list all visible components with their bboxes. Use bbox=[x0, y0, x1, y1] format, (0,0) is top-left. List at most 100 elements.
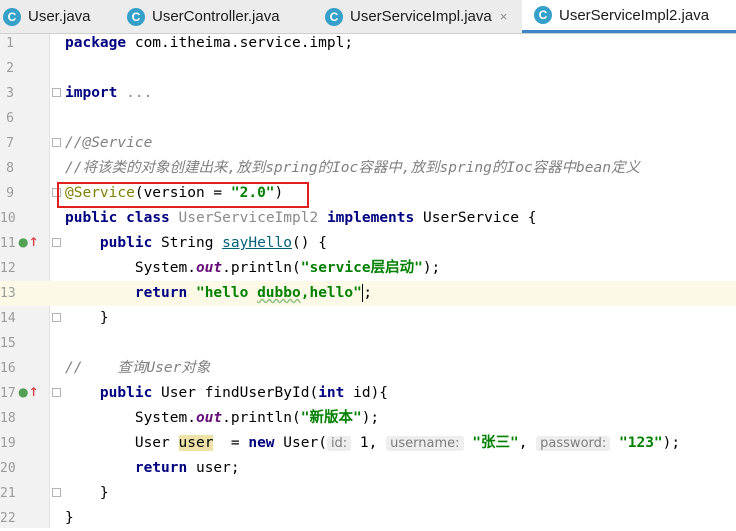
close-icon[interactable]: × bbox=[500, 9, 508, 24]
system-class: System. bbox=[134, 260, 196, 276]
code-line[interactable]: 21 } bbox=[0, 481, 736, 506]
line-number: 9 bbox=[6, 186, 14, 201]
keyword: int bbox=[318, 385, 345, 401]
implements-method-icon[interactable]: ●↑ bbox=[18, 235, 39, 249]
code-line[interactable]: 18 System.out.println("新版本"); bbox=[0, 406, 736, 431]
statement-end: ); bbox=[662, 435, 681, 451]
java-class-icon: C bbox=[3, 7, 21, 26]
class-name: UserServiceImpl2 bbox=[178, 210, 319, 226]
string-literal: "新版本" bbox=[300, 410, 362, 426]
string-literal: "张三" bbox=[472, 435, 519, 451]
keyword: return bbox=[134, 460, 188, 476]
fold-icon[interactable] bbox=[52, 238, 61, 247]
code-line[interactable]: 8 //将该类的对象创建出来,放到spring的Ioc容器中,放到spring的… bbox=[0, 156, 736, 181]
line-number: 15 bbox=[0, 336, 16, 351]
tab-usercontroller-java[interactable]: C UserController.java bbox=[112, 0, 312, 33]
typo-word[interactable]: dubbo bbox=[257, 285, 301, 301]
code-text[interactable]: package com.itheima.service.impl; bbox=[65, 31, 353, 56]
code-line[interactable]: 6 bbox=[0, 106, 736, 131]
folded-imports[interactable]: ... bbox=[117, 85, 152, 101]
comment-text: 查询User对象 bbox=[82, 360, 211, 376]
java-class-icon: C bbox=[127, 7, 145, 26]
tab-label: User.java bbox=[28, 8, 91, 25]
line-number: 1 bbox=[6, 36, 14, 51]
code-line[interactable]: 15 bbox=[0, 331, 736, 356]
code-text[interactable]: } bbox=[65, 481, 109, 506]
code-line[interactable]: 7 //@Service bbox=[0, 131, 736, 156]
comment[interactable]: // 查询User对象 bbox=[65, 356, 210, 381]
method-name[interactable]: sayHello bbox=[222, 235, 292, 251]
code-text[interactable]: public String sayHello() { bbox=[65, 231, 327, 256]
code-line[interactable]: 12 System.out.println("service层启动"); bbox=[0, 256, 736, 281]
code-text[interactable]: import ... bbox=[65, 81, 152, 106]
code-text[interactable]: public User findUserById(int id){ bbox=[65, 381, 388, 406]
closing-brace: } bbox=[65, 510, 74, 526]
return-value: user; bbox=[187, 460, 240, 476]
keyword: package bbox=[65, 35, 127, 51]
type-name: User bbox=[134, 435, 179, 451]
code-text[interactable]: } bbox=[65, 306, 109, 331]
code-line[interactable]: 11 ●↑ public String sayHello() { bbox=[0, 231, 736, 256]
method-call: .println( bbox=[222, 260, 301, 276]
code-line[interactable]: 10 public class UserServiceImpl2 impleme… bbox=[0, 206, 736, 231]
keyword: new bbox=[248, 435, 275, 451]
statement-end: ); bbox=[361, 410, 380, 426]
code-line[interactable]: 2 bbox=[0, 56, 736, 81]
code-text[interactable]: public class UserServiceImpl2 implements… bbox=[65, 206, 536, 231]
line-number: 16 bbox=[0, 361, 16, 376]
line-number: 7 bbox=[6, 136, 14, 151]
comment[interactable]: //@Service bbox=[65, 131, 152, 156]
string-literal: "hello bbox=[195, 285, 258, 301]
code-line[interactable]: 22 } bbox=[0, 506, 736, 531]
interface-name: UserService { bbox=[414, 210, 537, 226]
tab-userserviceimpl-java[interactable]: C UserServiceImpl.java × bbox=[312, 0, 522, 33]
comment[interactable]: //将该类的对象创建出来,放到spring的Ioc容器中,放到spring的Io… bbox=[65, 156, 640, 181]
line-number: 13 bbox=[0, 286, 16, 301]
tab-label: UserServiceImpl.java bbox=[350, 8, 492, 25]
line-number: 22 bbox=[0, 511, 16, 526]
variable-usage-highlight[interactable]: user bbox=[178, 435, 214, 451]
code-text[interactable]: return user; bbox=[65, 456, 240, 481]
string-literal: ,hello" bbox=[300, 285, 362, 301]
fold-icon[interactable] bbox=[52, 388, 61, 397]
line-number: 8 bbox=[6, 161, 14, 176]
code-line[interactable]: 3 import ... bbox=[0, 81, 736, 106]
code-text[interactable]: System.out.println("service层启动"); bbox=[65, 256, 440, 281]
fold-icon[interactable] bbox=[52, 488, 61, 497]
method-params: () { bbox=[292, 235, 327, 251]
keyword: public bbox=[99, 385, 153, 401]
assignment: = bbox=[213, 435, 249, 451]
code-text[interactable]: User user = new User(id: 1, username: "张… bbox=[65, 431, 680, 456]
keyword: return bbox=[134, 285, 188, 301]
code-text[interactable]: } bbox=[65, 506, 74, 531]
code-line[interactable]: 17 ●↑ public User findUserById(int id){ bbox=[0, 381, 736, 406]
tab-label: UserController.java bbox=[152, 8, 280, 25]
fold-expand-icon[interactable] bbox=[52, 88, 61, 97]
statement-end: ; bbox=[363, 285, 373, 301]
method-signature: User findUserById( bbox=[152, 385, 319, 401]
argument-value: 1, bbox=[351, 435, 378, 451]
keyword: public bbox=[99, 235, 153, 251]
current-code-line[interactable]: 13 return "hello dubbo,hello"; bbox=[0, 281, 736, 306]
tab-user-java[interactable]: C User.java bbox=[0, 0, 112, 33]
code-line[interactable]: 20 return user; bbox=[0, 456, 736, 481]
tab-userserviceimpl2-java[interactable]: C UserServiceImpl2.java bbox=[522, 0, 736, 33]
argument-separator: , bbox=[518, 435, 528, 451]
fold-icon[interactable] bbox=[52, 138, 61, 147]
method-params: id){ bbox=[344, 385, 389, 401]
line-number: 12 bbox=[0, 261, 16, 276]
fold-icon[interactable] bbox=[52, 313, 61, 322]
code-text[interactable]: System.out.println("新版本"); bbox=[65, 406, 379, 431]
parameter-hint: username: bbox=[386, 436, 464, 451]
method-call: .println( bbox=[222, 410, 301, 426]
code-text[interactable]: return "hello dubbo,hello"; bbox=[65, 281, 372, 306]
code-line[interactable]: 14 } bbox=[0, 306, 736, 331]
code-line[interactable]: 19 User user = new User(id: 1, username:… bbox=[0, 431, 736, 456]
return-type: String bbox=[152, 235, 223, 251]
string-literal: "123" bbox=[619, 435, 663, 451]
code-line[interactable]: 1 package com.itheima.service.impl; bbox=[0, 31, 736, 56]
implements-method-icon[interactable]: ●↑ bbox=[18, 385, 39, 399]
code-editor[interactable]: 1 package com.itheima.service.impl; 2 3 … bbox=[0, 34, 736, 528]
code-line[interactable]: 16 // 查询User对象 bbox=[0, 356, 736, 381]
keyword: public bbox=[65, 210, 118, 226]
